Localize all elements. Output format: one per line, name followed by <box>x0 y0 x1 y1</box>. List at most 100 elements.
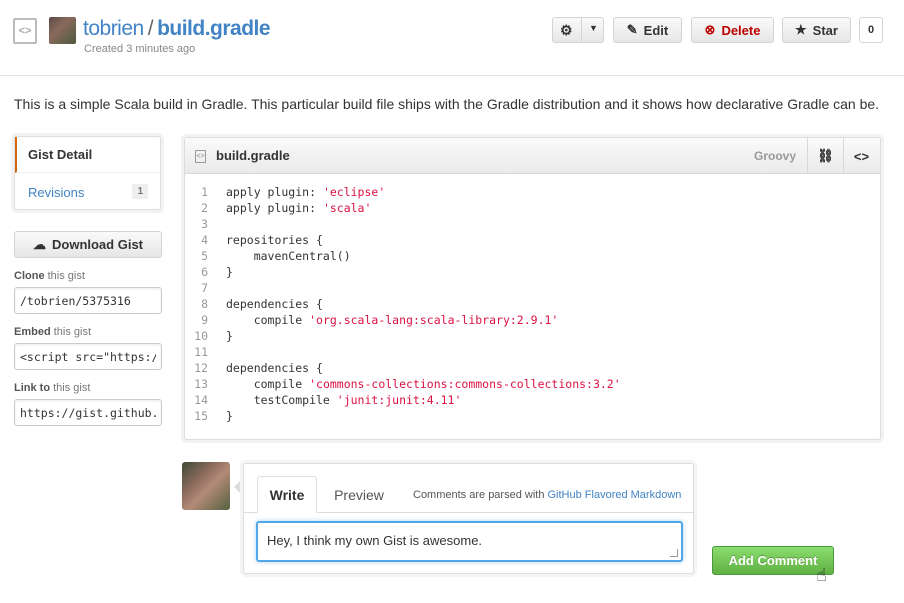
tab-write[interactable]: Write <box>257 476 317 513</box>
title-separator: / <box>147 17 154 40</box>
comment-textarea[interactable]: Hey, I think my own Gist is awesome. <box>256 521 683 562</box>
line-content: dependencies { <box>226 360 323 376</box>
settings-button[interactable]: ⚙ ▼ <box>552 17 604 43</box>
owner-link[interactable]: tobrien <box>83 17 144 40</box>
line-number[interactable]: 10 <box>185 328 208 344</box>
resize-grip-icon[interactable] <box>670 549 678 557</box>
code-line: 14 testCompile 'junit:junit:4.11' <box>185 392 880 408</box>
gist-description: This is a simple Scala build in Gradle. … <box>14 96 880 112</box>
hand-cursor-icon: ☝ <box>816 565 827 585</box>
created-timestamp: Created 3 minutes ago <box>84 43 196 55</box>
delete-label: Delete <box>721 22 761 38</box>
gist-sidebar-nav: Gist Detail Revisions 1 <box>14 136 161 210</box>
code-line: 11 <box>185 344 880 360</box>
code-token: dependencies { <box>226 297 323 311</box>
line-content: apply plugin: 'scala' <box>226 200 371 216</box>
line-number[interactable]: 12 <box>185 360 208 376</box>
gist-header: <> tobrien / build.gradle Created 3 minute… <box>0 0 904 76</box>
clone-label: Clone this gist <box>14 270 85 282</box>
gist-icon: <> <box>13 18 37 44</box>
line-content: } <box>226 408 233 424</box>
link-icon: ⛓ <box>817 148 834 163</box>
line-number[interactable]: 5 <box>185 248 208 264</box>
markdown-help-link[interactable]: GitHub Flavored Markdown <box>548 489 682 501</box>
code-token: apply plugin: <box>226 201 323 215</box>
star-icon: ★ <box>795 22 807 37</box>
code-line: 6} <box>185 264 880 280</box>
nav-revisions[interactable]: Revisions 1 <box>15 174 160 210</box>
download-label: Download Gist <box>52 237 143 252</box>
code-line: 7 <box>185 280 880 296</box>
file-code-icon: <> <box>195 150 206 163</box>
code-line: 5 mavenCentral() <box>185 248 880 264</box>
gist-name-link[interactable]: build.gradle <box>157 17 271 40</box>
line-number[interactable]: 7 <box>185 280 208 296</box>
line-number[interactable]: 3 <box>185 216 208 232</box>
star-count[interactable]: 0 <box>859 17 883 43</box>
line-number[interactable]: 1 <box>185 184 208 200</box>
revisions-count-badge: 1 <box>132 184 148 199</box>
line-number[interactable]: 15 <box>185 408 208 424</box>
line-number[interactable]: 14 <box>185 392 208 408</box>
link-url-input[interactable] <box>14 399 162 426</box>
edit-button[interactable]: ✎ Edit <box>613 17 682 43</box>
code-line: 3 <box>185 216 880 232</box>
code-token: compile <box>226 313 310 327</box>
owner-avatar[interactable] <box>49 17 76 44</box>
code-line: 4 repositories { <box>185 232 880 248</box>
embed-code-input[interactable] <box>14 343 162 370</box>
code-line: 15} <box>185 408 880 424</box>
nav-gist-detail[interactable]: Gist Detail <box>15 137 160 173</box>
line-content: } <box>226 264 233 280</box>
commenter-avatar[interactable] <box>182 462 230 510</box>
tab-preview[interactable]: Preview <box>324 476 394 513</box>
line-number[interactable]: 8 <box>185 296 208 312</box>
embed-label: Embed this gist <box>14 326 92 338</box>
code-line: 2 apply plugin: 'scala' <box>185 200 880 216</box>
star-button[interactable]: ★ Star <box>782 17 851 43</box>
delete-circle-icon: ⊗ <box>704 22 716 37</box>
line-content: apply plugin: 'eclipse' <box>226 184 385 200</box>
file-language: Groovy <box>754 149 797 163</box>
line-number[interactable]: 4 <box>185 232 208 248</box>
code-line: 10} <box>185 328 880 344</box>
clone-url-input[interactable] <box>14 287 162 314</box>
string-token: 'org.scala-lang:scala-library:2.9.1' <box>309 313 559 327</box>
line-number[interactable]: 6 <box>185 264 208 280</box>
cloud-download-icon: ☁ <box>33 236 46 252</box>
view-raw-button[interactable]: <> <box>843 138 879 174</box>
comment-form: Write Preview Comments are parsed with G… <box>243 463 694 574</box>
link-label: Link to this gist <box>14 382 91 394</box>
file-name[interactable]: build.gradle <box>216 148 290 163</box>
code-token: } <box>226 409 233 423</box>
delete-button[interactable]: ⊗ Delete <box>691 17 774 43</box>
code-token: mavenCentral() <box>226 249 351 263</box>
gear-icon: ⚙ <box>560 22 573 38</box>
code-block: 1 apply plugin: 'eclipse' 2 apply plugin: '… <box>185 184 880 424</box>
code-line: 13 compile 'commons-collections:commons-… <box>185 376 880 392</box>
line-number[interactable]: 9 <box>185 312 208 328</box>
line-content: mavenCentral() <box>226 248 351 264</box>
line-number[interactable]: 11 <box>185 344 208 360</box>
code-token: } <box>226 265 233 279</box>
line-content: testCompile 'junit:junit:4.11' <box>226 392 462 408</box>
code-line: 8 dependencies { <box>185 296 880 312</box>
code-token: repositories { <box>226 233 323 247</box>
line-number[interactable]: 2 <box>185 200 208 216</box>
markdown-note-prefix: Comments are parsed with <box>413 489 548 501</box>
code-line: 9 compile 'org.scala-lang:scala-library:… <box>185 312 880 328</box>
line-number[interactable]: 13 <box>185 376 208 392</box>
string-token: 'scala' <box>322 201 372 215</box>
string-token: 'eclipse' <box>322 185 386 199</box>
caret-down-icon[interactable]: ▼ <box>589 23 598 33</box>
edit-label: Edit <box>643 22 669 38</box>
file-header: <> build.gradle Groovy ⛓ <> <box>185 138 880 174</box>
download-gist-button[interactable]: ☁ Download Gist <box>14 231 162 258</box>
pencil-icon: ✎ <box>626 22 638 37</box>
code-line: 12 dependencies { <box>185 360 880 376</box>
comment-pointer <box>234 478 243 496</box>
string-token: 'commons-collections:commons-collections… <box>309 377 621 391</box>
file-box: <> build.gradle Groovy ⛓ <> 1 apply plugi… <box>184 137 881 440</box>
line-content: } <box>226 328 233 344</box>
permalink-button[interactable]: ⛓ <box>807 138 843 174</box>
